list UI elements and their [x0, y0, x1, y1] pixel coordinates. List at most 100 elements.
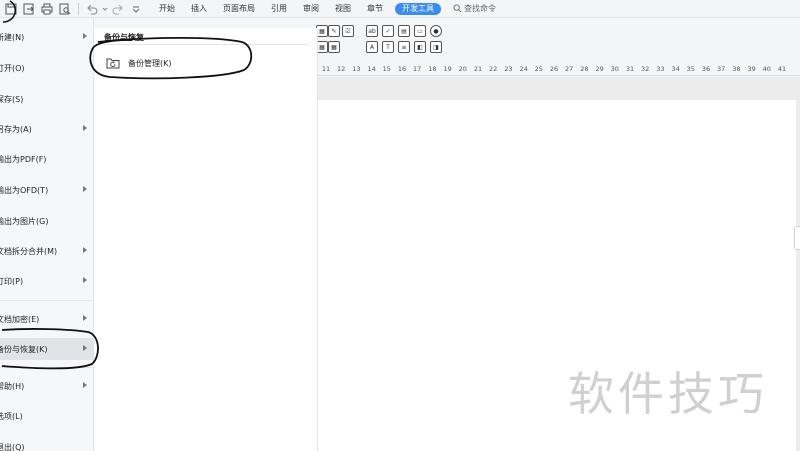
properties-icon[interactable]: ✎	[328, 25, 340, 37]
tab-home[interactable]: 开始	[151, 0, 183, 18]
ruler-number: 22	[489, 65, 498, 73]
ruler-number: 38	[732, 65, 741, 73]
tab-developer-tools[interactable]: 开发工具	[395, 2, 441, 15]
tab-references[interactable]: 引用	[263, 0, 295, 18]
save-icon[interactable]	[5, 3, 17, 15]
ruler-number: 11	[321, 65, 331, 73]
chevron-right-icon	[83, 345, 87, 351]
tab-review[interactable]: 审阅	[295, 0, 327, 18]
chevron-right-icon	[83, 186, 87, 192]
menu-item-export-pdf[interactable]: 输出为PDF(F)	[0, 148, 94, 170]
ruler-number: 32	[641, 65, 650, 73]
dropdown-control-icon[interactable]: ≡	[398, 41, 410, 53]
submenu-title: 备份与恢复	[104, 33, 144, 42]
tab-view[interactable]: 视图	[327, 0, 359, 18]
image-control-icon[interactable]: ◧	[414, 41, 426, 53]
date-picker-icon[interactable]: ▤	[398, 25, 410, 37]
ruler-number: 19	[443, 65, 452, 73]
menu-item-save-as[interactable]: 另存为(A)	[0, 118, 94, 140]
menu-item-help[interactable]: 帮助(H)	[0, 375, 94, 397]
menu-item-exit[interactable]: 退出(Q)	[0, 436, 94, 451]
ruler-number: 40	[762, 65, 771, 73]
menu-divider	[0, 300, 94, 301]
redo-icon[interactable]	[112, 3, 124, 15]
ungroup-icon[interactable]: ▦	[328, 41, 340, 53]
menu-divider	[0, 367, 94, 368]
menu-item-label: 帮助(H)	[0, 381, 25, 391]
ruler-number: 30	[610, 65, 619, 73]
file-menu: 新建(N) 打开(O) 保存(S) 另存为(A) 输出为PDF(F) 输出为OFD(T) 输…	[0, 18, 94, 451]
menu-item-print[interactable]: 打印(P)	[0, 270, 94, 292]
print-preview-icon[interactable]	[59, 3, 71, 15]
backup-restore-submenu: 备份与恢复 备份管理(K)	[94, 28, 318, 451]
ruler-number: 16	[397, 65, 407, 73]
chevron-right-icon	[83, 247, 87, 253]
ruler-number: 41	[777, 65, 787, 73]
menu-item-backup-restore[interactable]: 备份与恢复(K)	[0, 338, 94, 360]
chevron-right-icon	[83, 315, 87, 321]
developer-ribbon: ▦ ✎ ☑ ab ✓ ▤ ▭ ● ▦ ▦ A T ≡ ◧ ◨	[316, 18, 800, 62]
chevron-right-icon	[83, 277, 87, 283]
menu-item-label: 输出为OFD(T)	[0, 185, 49, 195]
ruler-number: 36	[701, 65, 711, 73]
rich-text-icon[interactable]: A	[366, 41, 378, 53]
menu-item-label: 输出为图片(G)	[0, 216, 49, 226]
text-field-icon[interactable]: ab	[366, 25, 378, 37]
export-icon[interactable]	[23, 3, 35, 15]
tab-insert[interactable]: 插入	[183, 0, 215, 18]
toolbar-divider	[78, 2, 79, 15]
menu-item-options[interactable]: 选项(L)	[0, 405, 94, 427]
ruler-number: 29	[595, 65, 604, 73]
check-control-icon[interactable]: ✓	[382, 25, 394, 37]
ruler-number: 37	[717, 65, 726, 73]
customize-toolbar-icon[interactable]	[130, 3, 142, 15]
wps-writer-window: 开始 插入 页面布局 引用 审阅 视图 章节 开发工具 查找命令 ▦ ✎ ☑ a…	[0, 0, 800, 451]
menu-item-label: 文档加密(E)	[0, 314, 40, 324]
menu-item-label: 新建(N)	[0, 32, 25, 42]
chevron-down-icon[interactable]	[102, 3, 108, 15]
tab-page-layout[interactable]: 页面布局	[215, 0, 263, 18]
top-toolbar: 开始 插入 页面布局 引用 审阅 视图 章节 开发工具 查找命令	[0, 0, 800, 18]
ruler-number: 31	[625, 65, 635, 73]
ruler-number: 18	[428, 65, 437, 73]
watermark-text: 软件技巧	[568, 367, 768, 421]
ruler-number: 24	[519, 65, 528, 73]
combo-box-icon[interactable]: ◨	[430, 41, 442, 53]
ruler-number: 14	[367, 65, 376, 73]
menu-item-label: 输出为PDF(F)	[0, 154, 47, 164]
checkbox-icon[interactable]: ☑	[342, 25, 354, 37]
menu-item-new[interactable]: 新建(N)	[0, 26, 94, 48]
ruler-numbers: 11 12 13 14 15 16 17 18 19 20 21 22 23 24 25 26 27 28 29 30…	[318, 62, 800, 75]
menu-item-split-merge[interactable]: 文档拆分合并(M)	[0, 240, 94, 262]
ruler-number: 34	[671, 65, 680, 73]
search-label: 查找命令	[464, 4, 496, 13]
menu-item-label: 另存为(A)	[0, 124, 32, 134]
menu-item-encrypt[interactable]: 文档加密(E)	[0, 308, 94, 330]
command-search[interactable]: 查找命令	[453, 3, 496, 14]
backup-management-label: 备份管理(K)	[128, 58, 172, 68]
menu-item-label: 选项(L)	[0, 411, 23, 421]
radio-button-icon[interactable]: ●	[430, 25, 442, 37]
menu-item-export-ofd[interactable]: 输出为OFD(T)	[0, 179, 94, 201]
menu-item-label: 打开(O)	[0, 63, 25, 73]
print-icon[interactable]	[41, 3, 53, 15]
ruler-number: 23	[504, 65, 513, 73]
menu-item-label: 文档拆分合并(M)	[0, 246, 58, 256]
ruler-number: 26	[549, 65, 559, 73]
ruler-number: 33	[656, 65, 665, 73]
window-control-icon[interactable]: ▭	[414, 25, 426, 37]
ruler-number: 15	[382, 65, 391, 73]
side-panel-toggle[interactable]	[794, 226, 800, 250]
undo-icon[interactable]	[86, 3, 98, 15]
plain-text-icon[interactable]: T	[382, 41, 394, 53]
ruler-number: 25	[534, 65, 543, 73]
menu-item-open[interactable]: 打开(O)	[0, 57, 94, 79]
tab-section[interactable]: 章节	[359, 0, 391, 18]
menu-item-save[interactable]: 保存(S)	[0, 88, 94, 110]
quick-access-toolbar	[0, 0, 145, 18]
chevron-right-icon	[83, 33, 87, 39]
ruler-number: 35	[686, 65, 695, 73]
ruler-number: 28	[580, 65, 589, 73]
menu-item-export-image[interactable]: 输出为图片(G)	[0, 210, 94, 232]
backup-management-item[interactable]: 备份管理(K)	[106, 52, 246, 74]
